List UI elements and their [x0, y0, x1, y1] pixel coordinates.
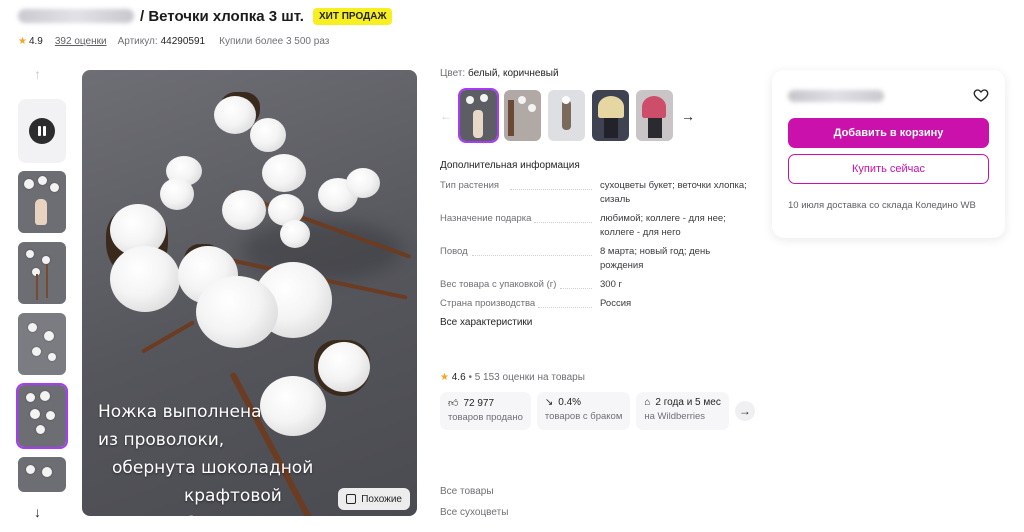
article-value[interactable]: 44290591	[161, 36, 206, 47]
stat-value: 72 977	[463, 397, 495, 409]
attribute-row: Назначение подарка любимой; коллеге - дл…	[440, 212, 750, 242]
stat-label: товаров с браком	[544, 411, 623, 422]
bestseller-badge: ХИТ ПРОДАЖ	[312, 7, 393, 25]
color-label: Цвет: белый, коричневый	[440, 68, 760, 79]
thumbs-up-icon: 👍︎	[448, 398, 459, 409]
caption-line: из проволоки,	[98, 430, 225, 450]
thumbnail-3[interactable]	[18, 313, 66, 375]
main-product-image[interactable]: Ножка выполнена из проволоки, обернута ш…	[82, 70, 417, 516]
color-value: белый, коричневый	[467, 68, 559, 79]
brand-name-blurred[interactable]	[18, 9, 134, 23]
add-to-cart-button[interactable]: Добавить в корзину	[788, 118, 989, 148]
stat-label: товаров продано	[448, 412, 523, 423]
attribute-row: Повод 8 марта; новый год; день рождения	[440, 245, 750, 275]
thumbnail-5[interactable]	[18, 457, 66, 492]
seller-stats: 👍︎ 72 977 товаров продано ↘ 0.4% товаров с…	[440, 392, 755, 430]
caption-line: крафтовой бумагой	[184, 486, 282, 516]
arrow-up-icon[interactable]: ↑	[34, 66, 41, 82]
arrow-right-icon[interactable]: →	[734, 401, 755, 421]
attribute-key: Страна производства	[440, 298, 536, 309]
product-title-row: / Веточки хлопка 3 шт. ХИТ ПРОДАЖ	[18, 6, 393, 26]
stat-defects: ↘ 0.4% товаров с браком	[536, 392, 631, 430]
thumbnail-rail: ↑ ↓	[16, 64, 68, 532]
additional-info-title: Дополнительная информация	[440, 160, 580, 171]
trend-down-icon: ↘	[544, 397, 554, 408]
swatch-3[interactable]	[548, 90, 585, 141]
product-info: Цвет: белый, коричневый ← → Дополнительн…	[440, 68, 760, 518]
stat-sold: 👍︎ 72 977 товаров продано	[440, 392, 531, 430]
reviews-link[interactable]: 392 оценки	[55, 36, 107, 47]
attribute-value: 300 г	[600, 279, 622, 290]
color-swatches: ← →	[440, 88, 695, 143]
attribute-leader	[472, 255, 592, 256]
product-meta: ★ 4.9 392 оценки Артикул: 44290591 Купил…	[18, 36, 329, 47]
attribute-value: Россия	[600, 298, 632, 309]
seller-rating[interactable]: ★ 4.6 • 5 153 оценки на товары	[440, 372, 585, 383]
purchase-count: Купили более 3 500 раз	[219, 36, 330, 47]
arrow-right-icon[interactable]: →	[681, 108, 695, 124]
thumbnail-1[interactable]	[18, 171, 66, 233]
image-caption: Ножка выполнена из проволоки, обернута ш…	[96, 398, 336, 516]
attribute-row: Вес товара с упаковкой (г) 300 г	[440, 278, 750, 294]
attribute-row: Тип растения сухоцветы букет; веточки хл…	[440, 179, 750, 209]
swatch-2[interactable]	[504, 90, 541, 141]
thumbnail-4-active[interactable]	[16, 383, 68, 449]
swatch-4[interactable]	[592, 90, 629, 141]
stat-tenure: ⌂ 2 года и 5 мес на Wildberries	[636, 392, 729, 430]
seller-rating-value: 4.6	[451, 372, 466, 383]
buy-card: Добавить в корзину Купить сейчас 10 июля…	[772, 70, 1005, 238]
caption-line: Ножка выполнена	[98, 402, 262, 422]
attribute-leader	[534, 222, 592, 223]
star-icon: ★	[440, 372, 449, 383]
seller-rating-text: • 5 153 оценки на товары	[468, 372, 585, 383]
attribute-row: Страна производства Россия	[440, 297, 750, 313]
arrow-down-icon[interactable]: ↓	[34, 504, 41, 520]
attribute-value: сухоцветы букет; веточки хлопка; сизаль	[600, 180, 747, 205]
all-characteristics-link[interactable]: Все характеристики	[440, 317, 532, 328]
product-title: / Веточки хлопка 3 шт.	[140, 7, 304, 25]
all-dried-flowers-link[interactable]: Все сухоцветы	[440, 507, 508, 518]
attribute-key: Назначение подарка	[440, 213, 532, 224]
swatch-5[interactable]	[636, 90, 673, 141]
thumbnail-2[interactable]	[18, 242, 66, 304]
attribute-key: Тип растения	[440, 180, 500, 191]
buy-now-button[interactable]: Купить сейчас	[788, 154, 989, 184]
stat-value: 2 года и 5 мес	[655, 397, 721, 408]
attribute-key: Повод	[440, 246, 468, 257]
attribute-value: любимой; коллеге - для нее; коллеге - дл…	[600, 213, 726, 238]
stat-value: 0.4%	[558, 397, 582, 408]
product-rating: 4.9	[28, 36, 43, 47]
article-label: Артикул:	[117, 36, 158, 47]
attribute-leader	[538, 307, 592, 308]
store-icon: ⌂	[644, 397, 651, 408]
stat-label: на Wildberries	[644, 411, 706, 422]
arrow-left-icon[interactable]: ←	[440, 109, 454, 123]
color-label-key: Цвет:	[440, 68, 466, 79]
attribute-key: Вес товара с упаковкой (г)	[440, 279, 557, 290]
similar-icon	[346, 494, 357, 504]
video-thumbnail[interactable]	[18, 99, 66, 163]
swatch-1-active[interactable]	[458, 88, 499, 143]
attribute-value: 8 марта; новый год; день рождения	[600, 246, 711, 271]
attribute-leader	[510, 189, 592, 190]
all-items-link[interactable]: Все товары	[440, 486, 494, 497]
caption-line: обернута шоколадной	[112, 458, 314, 478]
attribute-leader	[560, 288, 592, 289]
price-blurred	[788, 90, 884, 102]
heart-icon[interactable]	[973, 87, 989, 103]
delivery-info: 10 июля доставка со склада Коледино WB	[788, 200, 976, 211]
similar-button[interactable]: Похожие	[338, 488, 410, 510]
pause-icon[interactable]	[29, 118, 55, 144]
similar-label: Похожие	[361, 493, 402, 505]
star-icon: ★	[18, 36, 27, 47]
